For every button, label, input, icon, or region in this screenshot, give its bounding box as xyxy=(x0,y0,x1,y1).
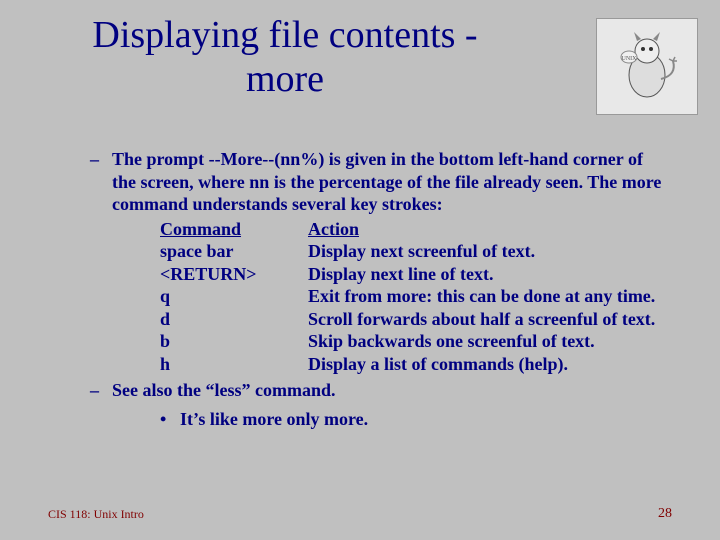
cmd-cell: d xyxy=(160,308,308,331)
bullet-see-also: See also the “less” command. It’s like m… xyxy=(90,379,670,430)
table-header-row: Command Action xyxy=(160,218,670,241)
action-cell: Display a list of commands (help). xyxy=(308,353,670,376)
table-row: d Scroll forwards about half a screenful… xyxy=(160,308,670,331)
daemon-icon: UNIX xyxy=(607,27,687,107)
content-area: The prompt --More--(nn%) is given in the… xyxy=(90,148,670,434)
table-row: h Display a list of commands (help). xyxy=(160,353,670,376)
table-row: <RETURN> Display next line of text. xyxy=(160,263,670,286)
action-cell: Exit from more: this can be done at any … xyxy=(308,285,670,308)
cmd-cell: <RETURN> xyxy=(160,263,308,286)
cmd-cell: q xyxy=(160,285,308,308)
mascot-image: UNIX xyxy=(596,18,698,115)
sub-bullet: It’s like more only more. xyxy=(160,408,670,431)
footer-course: CIS 118: Unix Intro xyxy=(48,507,144,522)
table-row: space bar Display next screenful of text… xyxy=(160,240,670,263)
see-also-text: See also the “less” command. xyxy=(112,380,336,400)
action-cell: Skip backwards one screenful of text. xyxy=(308,330,670,353)
sub-bullet-text: It’s like more only more. xyxy=(180,409,368,429)
title-line-2: more xyxy=(246,58,324,100)
action-cell: Display next line of text. xyxy=(308,263,670,286)
header-command: Command xyxy=(160,218,308,241)
table-row: q Exit from more: this can be done at an… xyxy=(160,285,670,308)
header-action: Action xyxy=(308,218,670,241)
bullet-prompt-text: The prompt --More--(nn%) is given in the… xyxy=(112,149,661,214)
cmd-cell: b xyxy=(160,330,308,353)
action-cell: Scroll forwards about half a screenful o… xyxy=(308,308,670,331)
slide: Displaying file contents - more UNIX The… xyxy=(0,0,720,540)
cmd-cell: space bar xyxy=(160,240,308,263)
slide-title: Displaying file contents - more xyxy=(0,14,570,101)
bullet-prompt: The prompt --More--(nn%) is given in the… xyxy=(90,148,670,375)
action-cell: Display next screenful of text. xyxy=(308,240,670,263)
svg-text:UNIX: UNIX xyxy=(622,56,638,62)
table-row: b Skip backwards one screenful of text. xyxy=(160,330,670,353)
footer-page-number: 28 xyxy=(658,506,672,522)
cmd-cell: h xyxy=(160,353,308,376)
command-table: Command Action space bar Display next sc… xyxy=(160,218,670,376)
title-line-1: Displaying file contents - xyxy=(92,14,477,56)
